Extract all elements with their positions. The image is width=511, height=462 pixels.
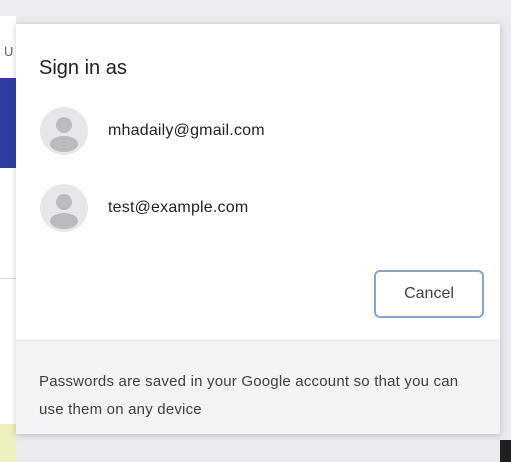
account-option-test[interactable]: test@example.com — [24, 181, 484, 235]
account-email: mhadaily@gmail.com — [108, 122, 265, 139]
account-email: test@example.com — [108, 199, 249, 216]
cancel-button[interactable]: Cancel — [374, 270, 484, 318]
sign-in-dialog: Sign in as mhadaily@gmail.com test@examp… — [16, 24, 500, 434]
footer-info-text: Passwords are saved in your Google accou… — [39, 373, 459, 418]
background-page-blue-block — [0, 78, 16, 168]
person-avatar-icon — [40, 184, 88, 232]
background-page-dark-corner — [500, 440, 511, 462]
background-page-yellow-block — [0, 424, 16, 462]
dialog-title: Sign in as — [39, 57, 127, 79]
dialog-footer: Passwords are saved in your Google accou… — [16, 340, 500, 434]
background-page-topbar — [0, 0, 511, 16]
account-option-mhadaily[interactable]: mhadaily@gmail.com — [24, 104, 484, 158]
background-page-partial-text: U — [4, 44, 14, 59]
person-avatar-icon — [40, 107, 88, 155]
background-page-divider — [0, 278, 16, 279]
